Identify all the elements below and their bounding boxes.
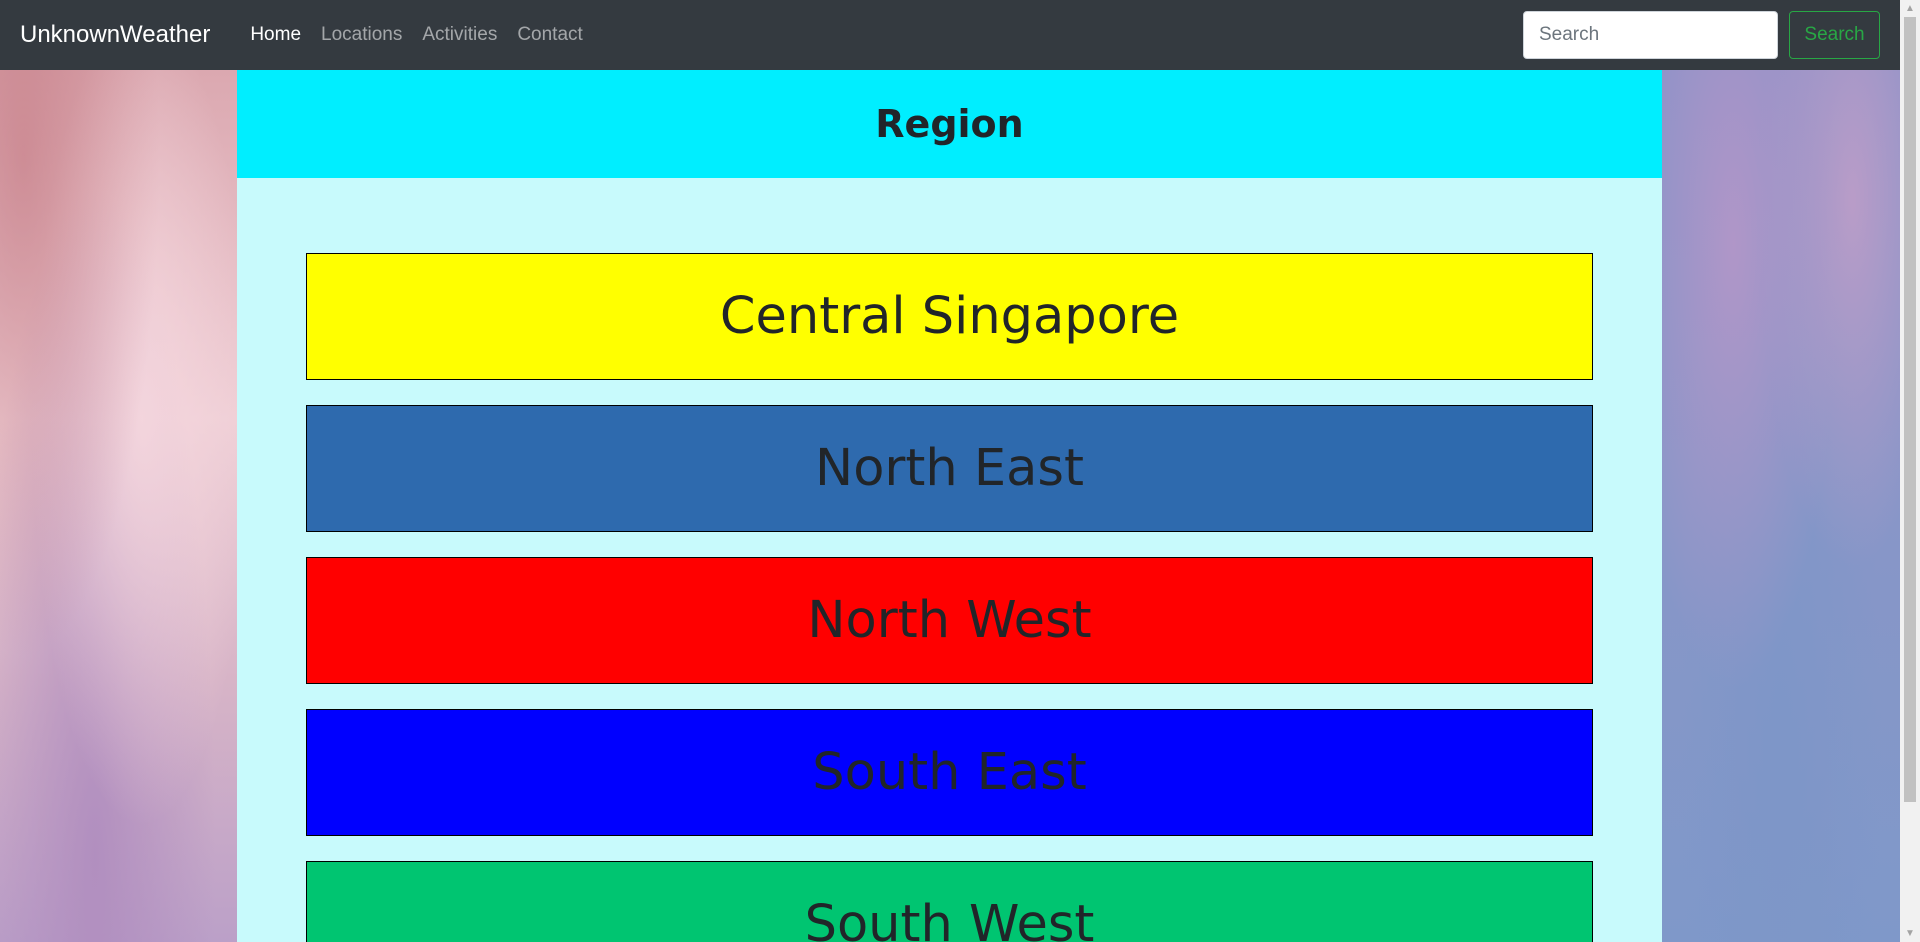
main-content: Region Central Singapore North East Nort… bbox=[237, 70, 1662, 942]
background-left bbox=[0, 70, 237, 942]
region-central-singapore[interactable]: Central Singapore bbox=[306, 253, 1593, 380]
navbar: UnknownWeather Home Locations Activities… bbox=[0, 0, 1900, 70]
scroll-down-arrow-icon[interactable]: ▼ bbox=[1900, 925, 1920, 942]
region-label: North East bbox=[815, 439, 1084, 498]
region-label: South West bbox=[804, 895, 1095, 942]
nav-links: Home Locations Activities Contact bbox=[240, 24, 592, 46]
nav-link-locations[interactable]: Locations bbox=[311, 24, 412, 46]
nav-link-contact[interactable]: Contact bbox=[507, 24, 592, 46]
region-north-east[interactable]: North East bbox=[306, 405, 1593, 532]
search-input[interactable] bbox=[1523, 11, 1778, 59]
region-label: South East bbox=[812, 743, 1087, 802]
region-header: Region bbox=[237, 70, 1662, 178]
scroll-thumb[interactable] bbox=[1904, 17, 1916, 802]
nav-link-home[interactable]: Home bbox=[240, 24, 311, 46]
region-north-west[interactable]: North West bbox=[306, 557, 1593, 684]
region-south-west[interactable]: South West bbox=[306, 861, 1593, 942]
search-form: Search bbox=[1523, 11, 1880, 59]
search-button[interactable]: Search bbox=[1789, 11, 1880, 59]
region-list: Central Singapore North East North West … bbox=[237, 178, 1662, 942]
vertical-scrollbar[interactable]: ▲ ▼ bbox=[1900, 0, 1920, 942]
region-label: North West bbox=[807, 591, 1092, 650]
page-title: Region bbox=[875, 102, 1024, 146]
background-right bbox=[1662, 70, 1900, 942]
region-south-east[interactable]: South East bbox=[306, 709, 1593, 836]
scroll-up-arrow-icon[interactable]: ▲ bbox=[1900, 0, 1920, 17]
brand-link[interactable]: UnknownWeather bbox=[20, 21, 210, 49]
region-label: Central Singapore bbox=[719, 287, 1180, 346]
nav-link-activities[interactable]: Activities bbox=[412, 24, 507, 46]
